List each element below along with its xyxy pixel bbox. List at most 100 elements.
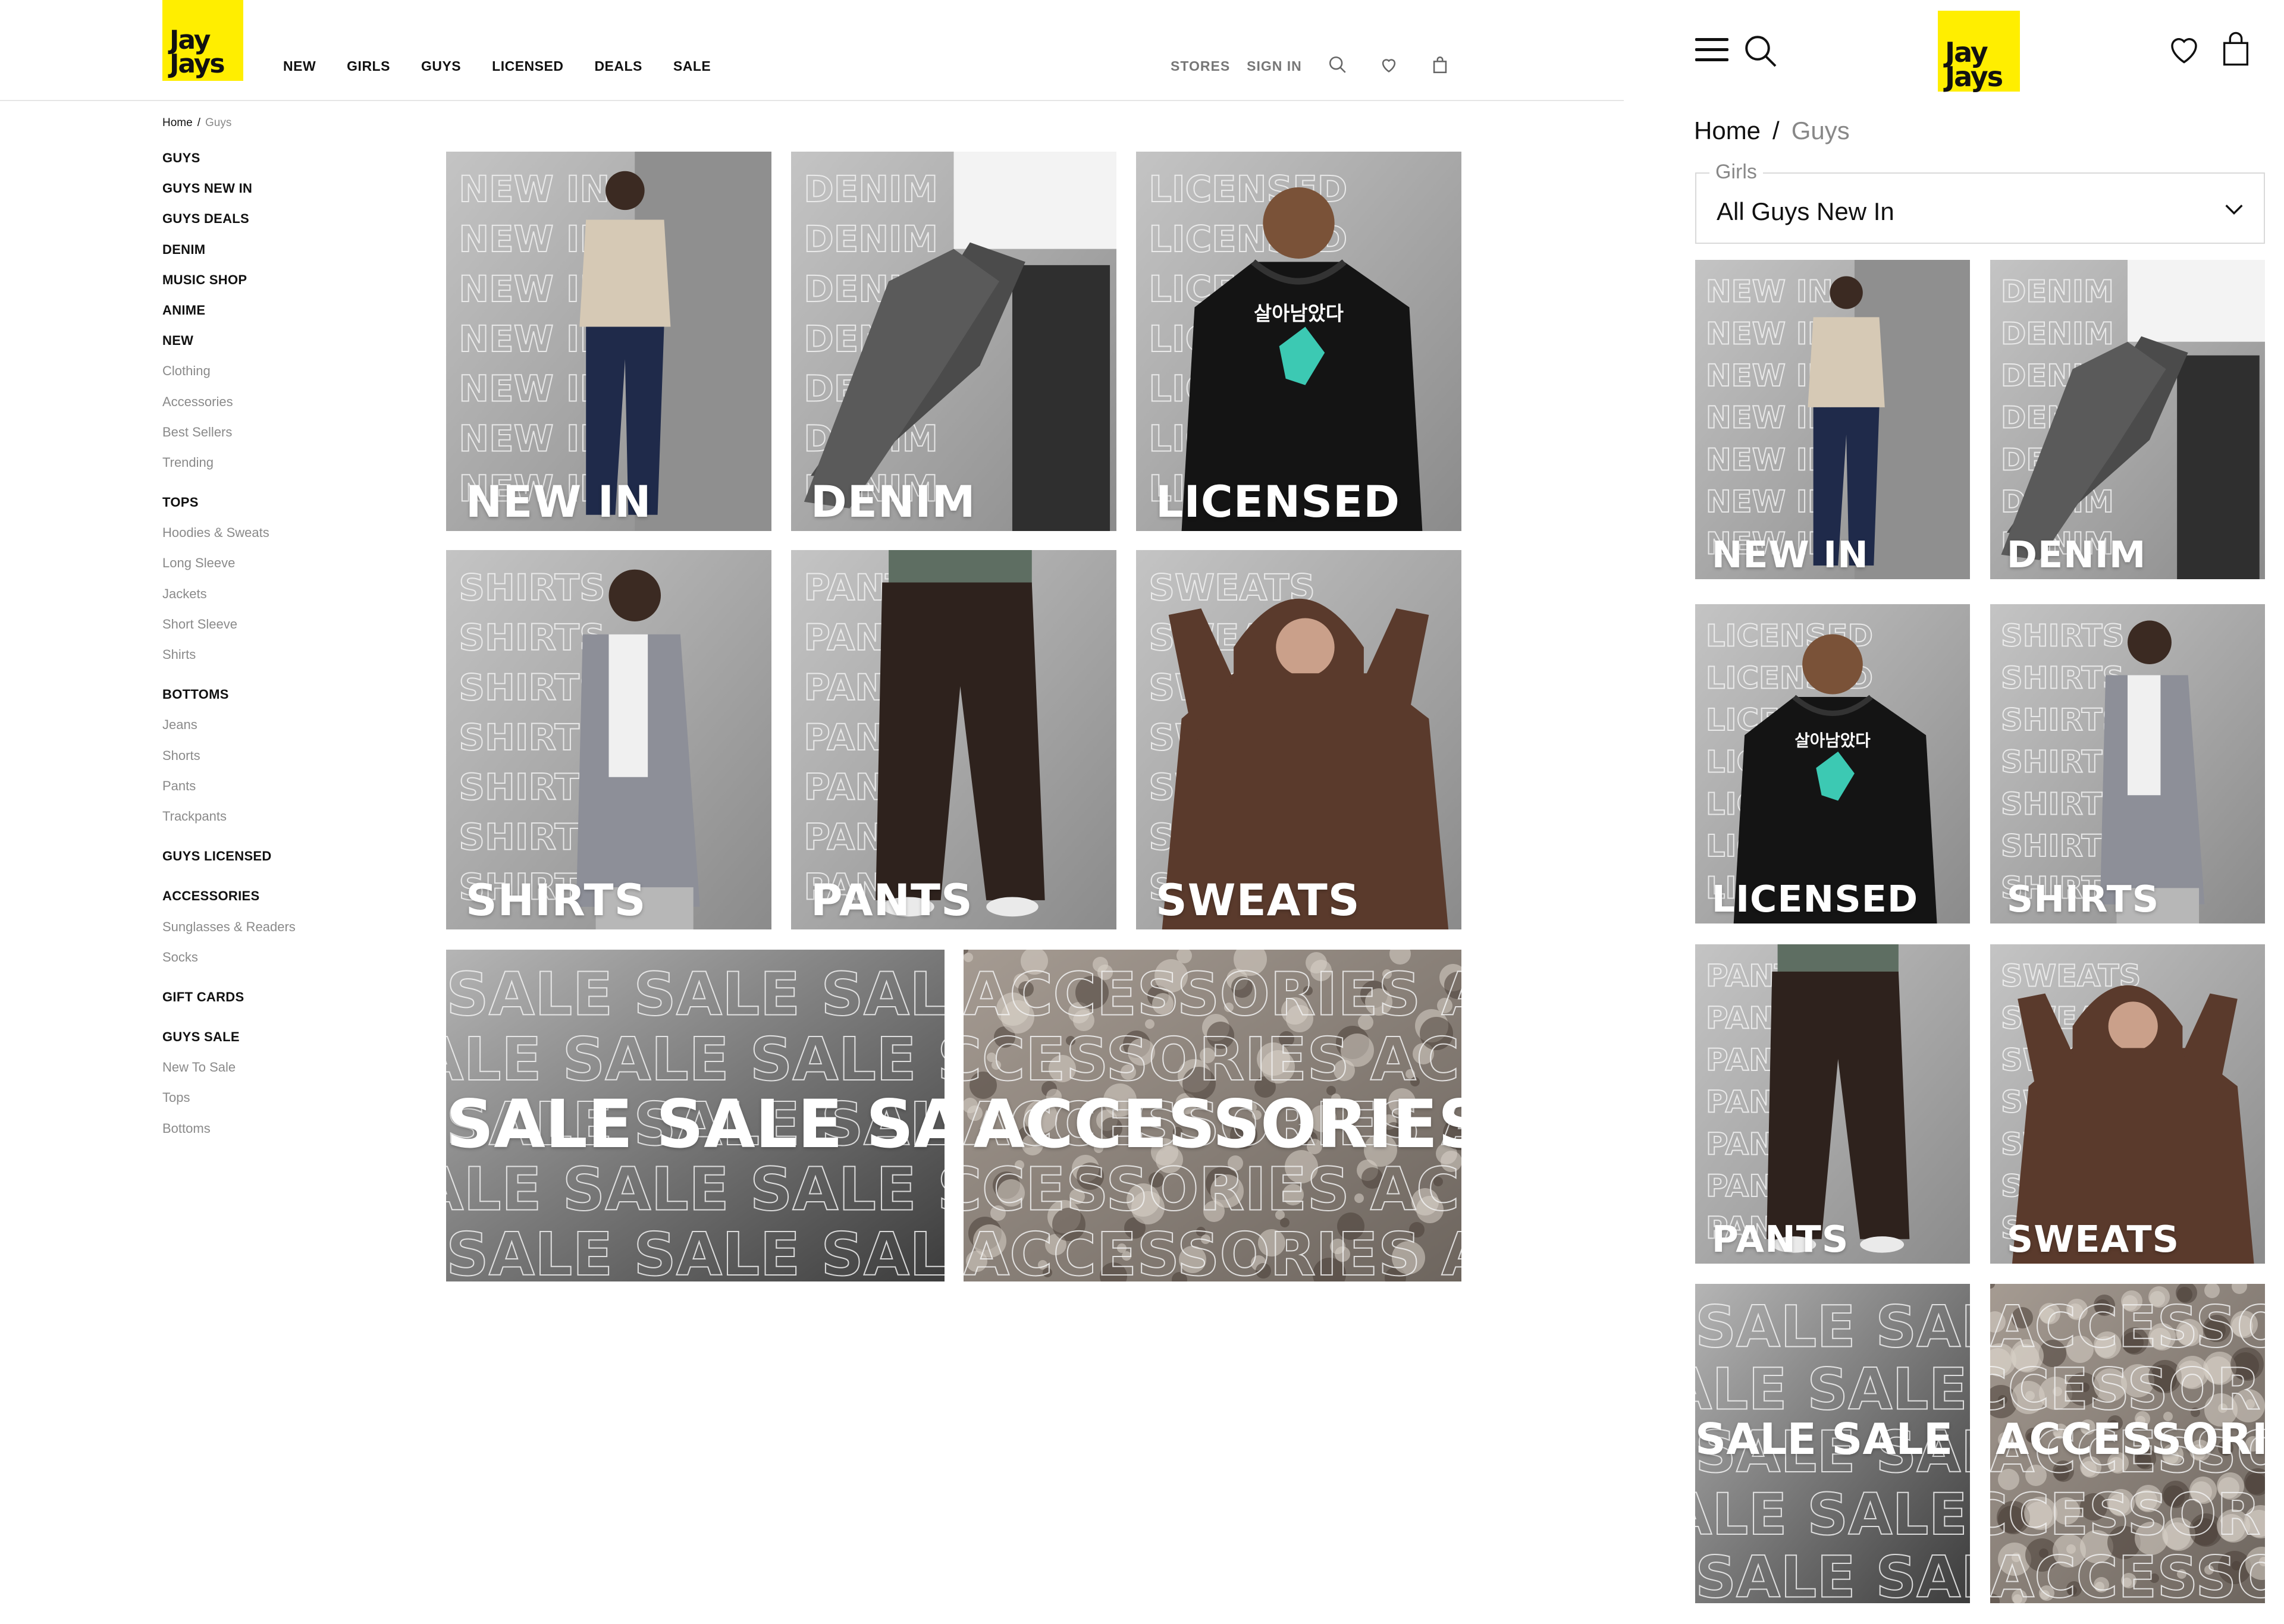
svg-text:살아남았다: 살아남았다 (1254, 303, 1344, 325)
tile-label: LICENSED (1155, 476, 1401, 527)
tile-label: SHIRTS (465, 875, 647, 926)
tile-sale[interactable]: SALE SALE SALE SALE SALE SALE SALE SALE … (1695, 1284, 1970, 1603)
sidebar-item-pants[interactable]: Pants (162, 771, 400, 801)
brand-logo[interactable]: Jay Jays (1938, 11, 2020, 92)
stores-link[interactable]: STORES (1171, 58, 1230, 74)
tile-label: DENIM (2006, 533, 2147, 576)
nav-sale[interactable]: SALE (673, 58, 711, 74)
sidebar-item-anime[interactable]: ANIME (162, 295, 400, 325)
sidebar-item-bottoms[interactable]: Bottoms (162, 1113, 400, 1144)
tile-accessories[interactable]: ACCESSORIES ACCESSORIES ACCESSORIESACCES… (1990, 1284, 2265, 1603)
tile-shirts[interactable]: SHIRTS SHIRTS SHIRTS SHIRTS SHIRTS SHIRTS SHIR… (1990, 604, 2265, 923)
tile-pants[interactable]: PANTS PANTS PANTS PANTS PANTS PANTS PANTS PANTS (791, 550, 1116, 929)
nav-guys[interactable]: GUYS (421, 58, 461, 74)
sidebar-item-gift-cards[interactable]: GIFT CARDS (162, 982, 400, 1012)
tile-denim[interactable]: DENIMDENIMDENIMDENIMDENIMDENIMDENIMDENIM (1990, 260, 2265, 579)
tile-sweats[interactable]: SWEATSSWEATSSWEATSSWEATSSWEATSSWEATSSWEA… (1136, 550, 1461, 929)
nav-girls[interactable]: GIRLS (347, 58, 390, 74)
sidebar-item-guys-new-in[interactable]: GUYS NEW IN (162, 173, 400, 203)
tile-label: SWEATS (2006, 1217, 2180, 1261)
sidebar-item-new[interactable]: NEW (162, 325, 400, 356)
tile-sale[interactable]: SALE SALE SALE SALE SALE SALE SALE SALE … (446, 950, 945, 1281)
nav-licensed[interactable]: LICENSED (492, 58, 563, 74)
search-icon[interactable] (1328, 55, 1348, 75)
sidebar-item-music-shop[interactable]: MUSIC SHOP (162, 265, 400, 295)
svg-text:SHIRTS: SHIRTS (459, 567, 605, 609)
tile-pants[interactable]: PANTS PANTS PANTS PANTS PANTS PANTS PANTS PANTS (1695, 944, 1970, 1264)
breadcrumb-home[interactable]: Home (162, 117, 193, 129)
hamburger-menu-icon[interactable] (1695, 38, 1728, 62)
sidebar-item-hoodies-sweats[interactable]: Hoodies & Sweats (162, 517, 400, 548)
breadcrumb: Home / Guys (1694, 117, 1850, 145)
sidebar-item-shorts[interactable]: Shorts (162, 740, 400, 771)
sidebar-item-denim[interactable]: DENIM (162, 234, 400, 265)
sign-in-link[interactable]: SIGN IN (1247, 58, 1302, 74)
sidebar-item-trending[interactable]: Trending (162, 447, 400, 478)
main-nav: NEW GIRLS GUYS LICENSED DEALS SALE (283, 58, 711, 74)
svg-text:ACCESSORIES ACCESSORIES ACCESS: ACCESSORIES ACCESSORIES ACCESSORIES (964, 960, 1461, 1029)
nav-new[interactable]: NEW (283, 58, 316, 74)
sidebar-item-best-sellers[interactable]: Best Sellers (162, 417, 400, 447)
nav-deals[interactable]: DEALS (594, 58, 642, 74)
tile-image: DENIMDENIMDENIMDENIMDENIMDENIMDENIM (1990, 260, 2265, 579)
sidebar-item-guys[interactable]: GUYS (162, 143, 400, 173)
svg-text:SALE SALE SALE SALE SALE SALE: SALE SALE SALE SALE SALE SALE SALE SALE … (1695, 1544, 1970, 1603)
tile-label: ACCESSORIES (1996, 1415, 2265, 1465)
sidebar-item-sunglasses-readers[interactable]: Sunglasses & Readers (162, 912, 400, 942)
tile-image: PANTSPANTSPANTSPANTSPANTSPANTSPANTS (791, 550, 1116, 929)
svg-text:NEW IN: NEW IN (1706, 275, 1833, 310)
sidebar-item-shirts[interactable]: Shirts (162, 639, 400, 670)
sidebar-item-tops[interactable]: Tops (162, 1082, 400, 1113)
logo-line-2: Jays (170, 48, 225, 79)
svg-text:DENIM: DENIM (804, 169, 938, 211)
utility-links: STORES SIGN IN (1171, 58, 1302, 74)
search-icon[interactable] (1743, 33, 1778, 69)
sidebar-list: GUYS GUYS NEW IN GUYS DEALS DENIM MUSIC SHOP… (162, 143, 400, 1144)
sidebar-item-clothing[interactable]: Clothing (162, 356, 400, 386)
sidebar-item-guys-sale[interactable]: GUYS SALE (162, 1022, 400, 1052)
sidebar-item-guys-licensed[interactable]: GUYS LICENSED (162, 841, 400, 871)
tile-image: LICENSEDLICENSEDLICENSEDLICENSEDLICENSED… (1695, 604, 1970, 923)
tile-label: SHIRTS (2006, 877, 2160, 921)
breadcrumb-current: Guys (205, 117, 232, 129)
svg-text:ACCESSORIES ACCESSORIES ACCESS: ACCESSORIES ACCESSORIES ACCESSORIES (1990, 1356, 2265, 1423)
heart-icon[interactable] (1379, 55, 1399, 75)
bag-icon[interactable] (1430, 55, 1450, 75)
breadcrumb-home[interactable]: Home (1694, 117, 1761, 145)
sidebar-item-socks[interactable]: Socks (162, 942, 400, 972)
tile-accessories[interactable]: ACCESSORIES ACCESSORIES ACCESSORIES ACCES… (964, 950, 1461, 1281)
sidebar-item-long-sleeve[interactable]: Long Sleeve (162, 548, 400, 578)
sidebar-item-guys-deals[interactable]: GUYS DEALS (162, 203, 400, 234)
tile-denim[interactable]: DENIMDENIMDENIMDENIMDENIMDENIMDENIMDENIM (791, 152, 1116, 531)
svg-text:SALE SALE SALE SALE SALE SALE: SALE SALE SALE SALE SALE SALE SALE SALE … (446, 960, 945, 1029)
sidebar-item-jackets[interactable]: Jackets (162, 579, 400, 609)
category-select[interactable]: Girls All Guys New In (1695, 161, 2265, 244)
sidebar-item-tops[interactable]: TOPS (162, 487, 400, 517)
tile-image: DENIMDENIMDENIMDENIMDENIMDENIMDENIM (791, 152, 1116, 531)
svg-text:ACCESSORIES ACCESSORIES ACCESS: ACCESSORIES ACCESSORIES ACCESSORIES (964, 1156, 1461, 1224)
sidebar-item-short-sleeve[interactable]: Short Sleeve (162, 609, 400, 639)
tile-label: PANTS (1711, 1217, 1849, 1261)
tile-licensed[interactable]: LICENSEDLICENSEDLICENSEDLICENSEDLICENSED… (1695, 604, 1970, 923)
sidebar-item-accessories[interactable]: ACCESSORIES (162, 881, 400, 911)
sidebar-item-accessories[interactable]: Accessories (162, 387, 400, 417)
svg-text:ACCESSORIES ACCESSORIES ACCESS: ACCESSORIES ACCESSORIES ACCESSORIES (1990, 1481, 2265, 1548)
heart-icon[interactable] (2165, 31, 2203, 67)
tile-image: SWEATSSWEATSSWEATSSWEATSSWEATSSWEATSSWEA… (1990, 944, 2265, 1264)
tile-image: NEW INNEW INNEW INNEW INNEW INNEW INNEW … (446, 152, 771, 531)
tile-licensed[interactable]: LICENSEDLICENSEDLICENSEDLICENSEDLICENSED… (1136, 152, 1461, 531)
svg-text:SALE SALE SALE SALE SALE SALE: SALE SALE SALE SALE SALE SALE SALE SALE … (446, 1156, 945, 1224)
sidebar-item-trackpants[interactable]: Trackpants (162, 801, 400, 831)
tile-label: NEW IN (465, 476, 652, 527)
svg-text:SHIRTS: SHIRTS (2001, 619, 2124, 654)
svg-text:ACCESSORIES ACCESSORIES ACCESS: ACCESSORIES ACCESSORIES ACCESSORIES (1990, 1544, 2265, 1603)
sidebar-item-new-to-sale[interactable]: New To Sale (162, 1052, 400, 1082)
tile-new-in[interactable]: NEW IN NEW IN NEW IN NEW IN NEW IN NEW IN NEW … (446, 152, 771, 531)
sidebar-item-bottoms[interactable]: BOTTOMS (162, 679, 400, 709)
tile-shirts[interactable]: SHIRTS SHIRTS SHIRTS SHIRTS SHIRTS SHIRTS SHIR… (446, 550, 771, 929)
tile-new-in[interactable]: NEW IN NEW IN NEW IN NEW IN NEW IN NEW IN NEW … (1695, 260, 1970, 579)
bag-icon[interactable] (2219, 30, 2253, 68)
brand-logo[interactable]: Jay Jays (162, 0, 243, 81)
sidebar-item-jeans[interactable]: Jeans (162, 709, 400, 740)
tile-sweats[interactable]: SWEATSSWEATSSWEATSSWEATSSWEATSSWEATSSWEA… (1990, 944, 2265, 1264)
